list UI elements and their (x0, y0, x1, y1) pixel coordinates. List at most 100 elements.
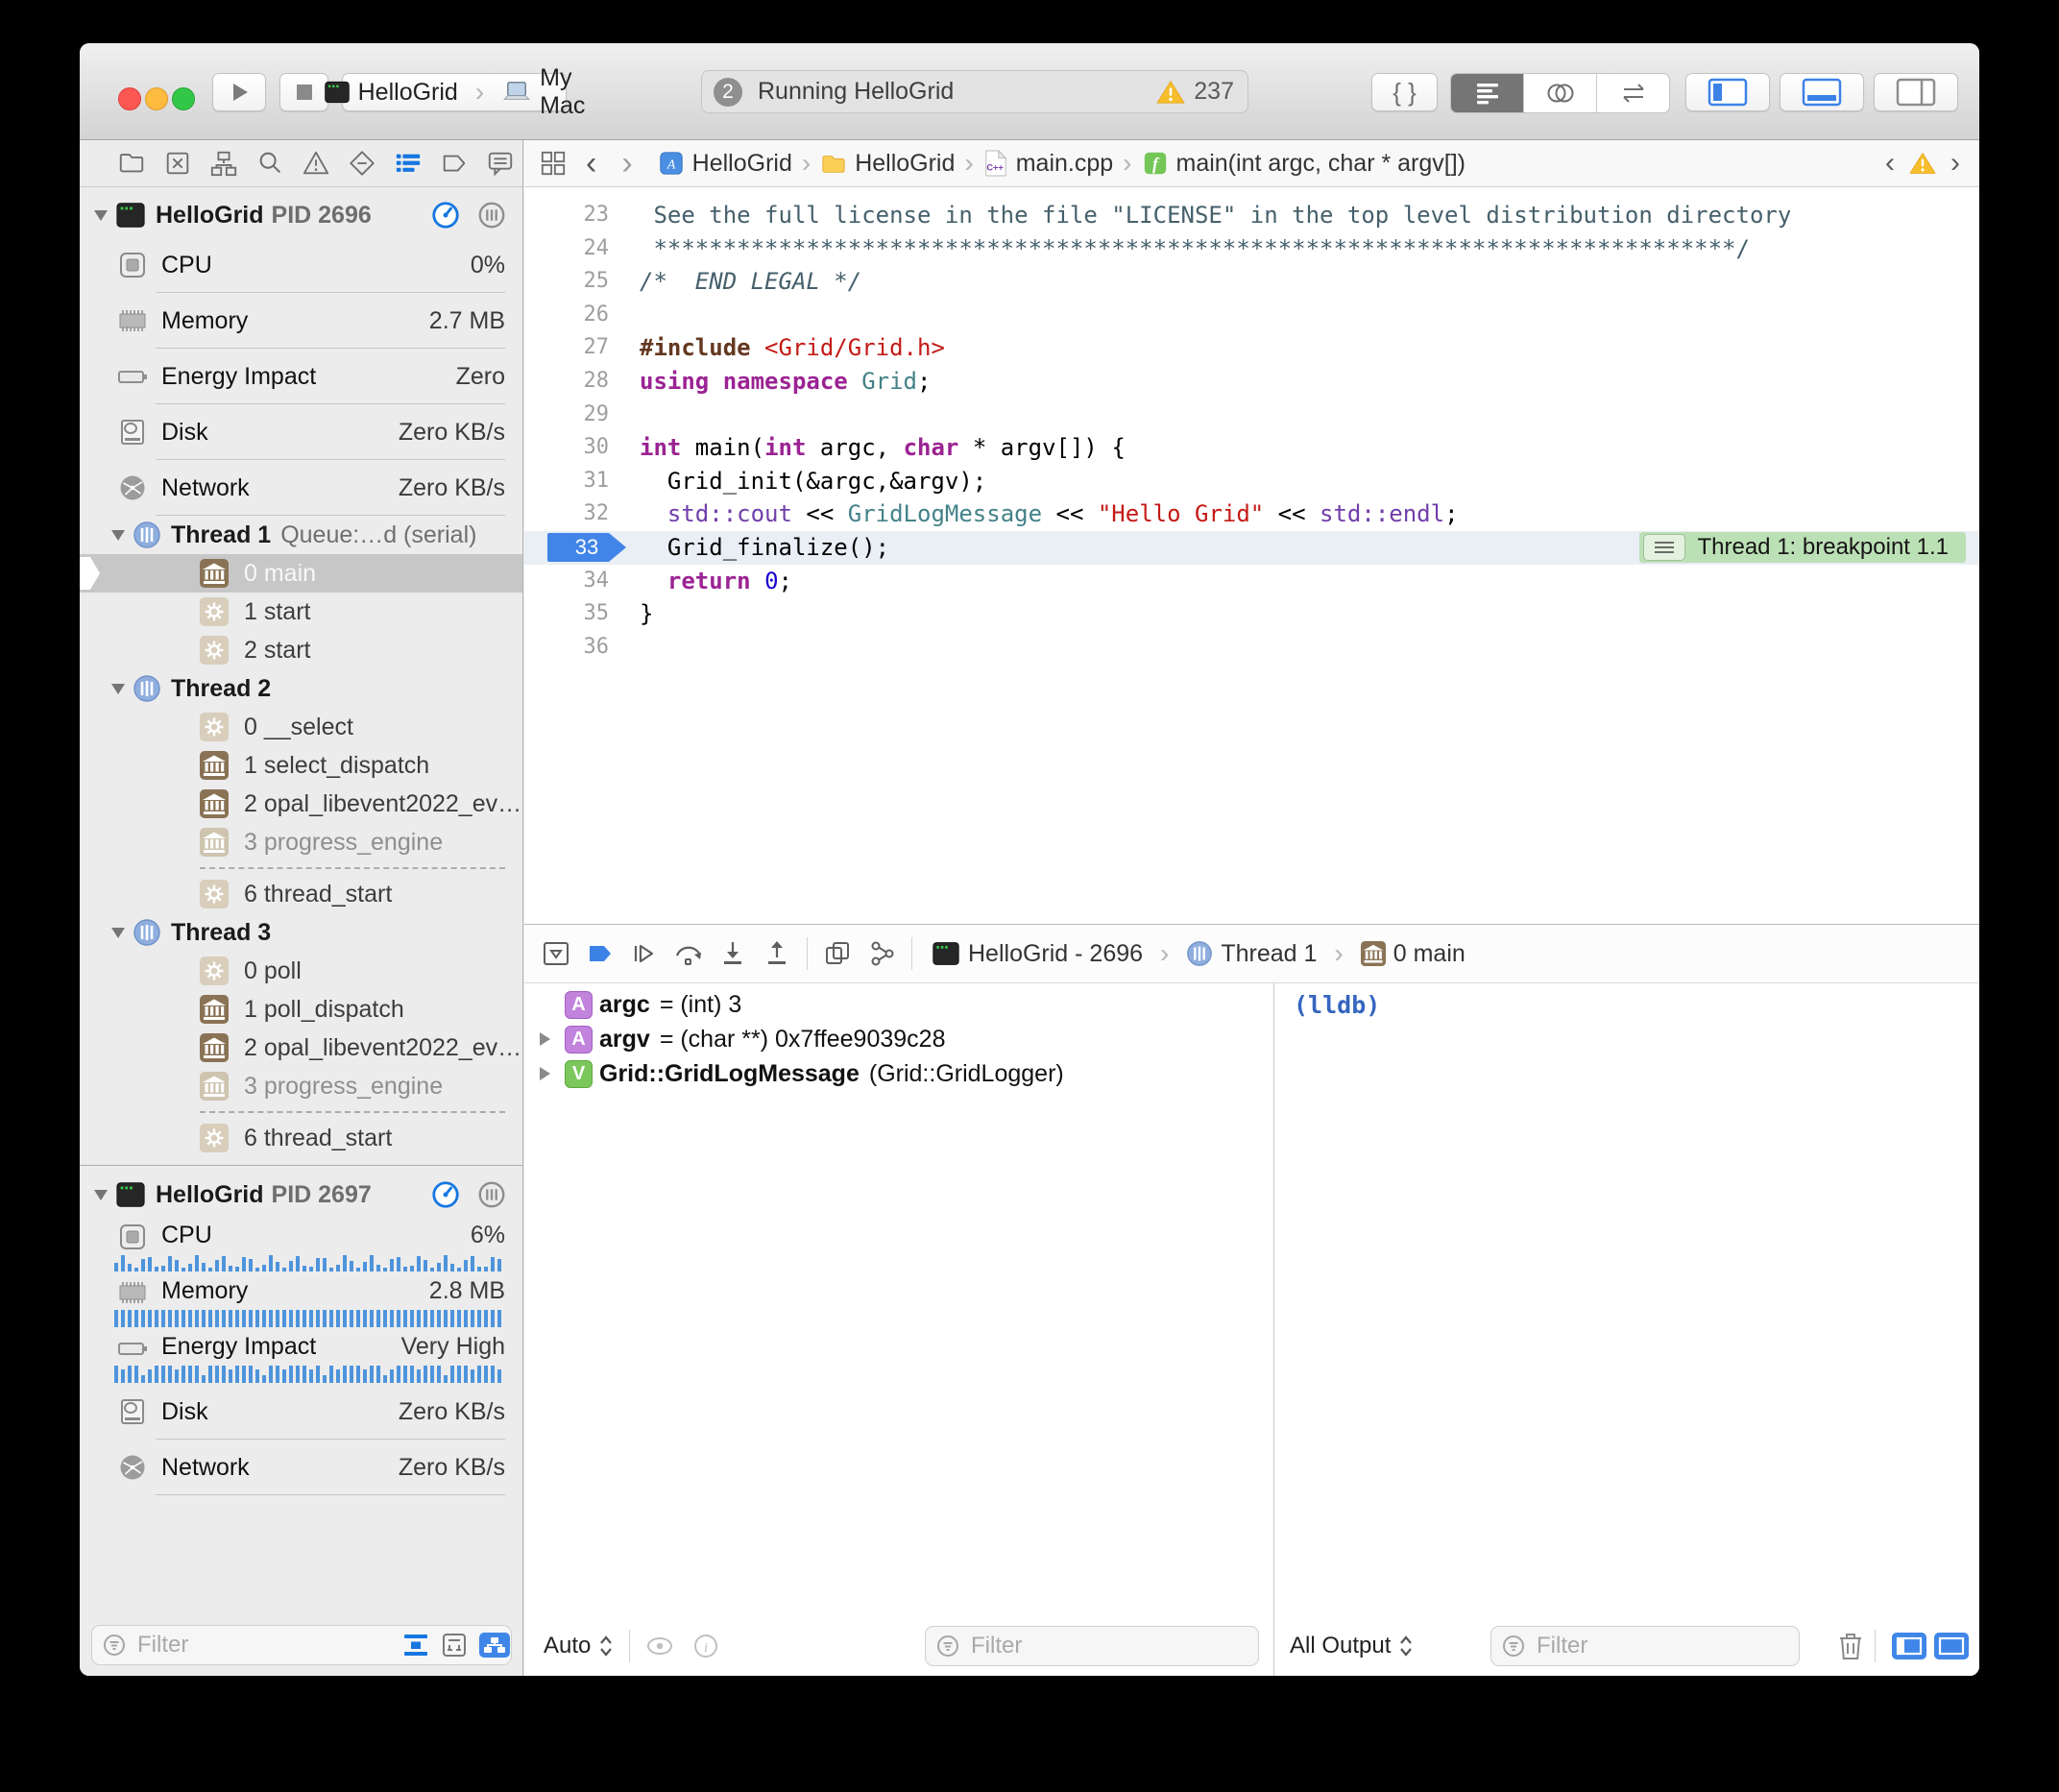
assistant-editor-button[interactable] (1524, 74, 1597, 112)
variable-row[interactable]: VGrid::GridLogMessage(Grid::GridLogger) (524, 1056, 1273, 1091)
stack-frame-row[interactable]: 0 poll (80, 952, 522, 990)
code-line-32[interactable]: 32 std::cout << GridLogMessage << "Hello… (524, 497, 1979, 531)
variables-filter-field[interactable] (925, 1626, 1259, 1666)
performance-gauge-icon[interactable] (430, 200, 461, 230)
line-number[interactable]: 24 (524, 232, 609, 266)
close-button[interactable] (118, 87, 141, 110)
breadcrumb-symbol[interactable]: f main(int argc, char * argv[]) (1142, 150, 1466, 178)
code-line-27[interactable]: 27#include <Grid/Grid.h> (524, 331, 1979, 365)
line-number[interactable]: 32 (524, 497, 609, 531)
code-line-28[interactable]: 28using namespace Grid; (524, 365, 1979, 399)
view-by-queue-toggle[interactable] (478, 1631, 511, 1659)
thread-view-icon[interactable] (476, 200, 507, 230)
code-line-33[interactable]: 33 Grid_finalize();Thread 1: breakpoint … (524, 531, 1979, 565)
line-number[interactable]: 27 (524, 331, 609, 365)
stack-frame-row[interactable]: 0 main (80, 554, 522, 593)
code-line-23[interactable]: 23 See the full license in the file "LIC… (524, 199, 1979, 232)
code-line-36[interactable]: 36 (524, 631, 1979, 665)
toggle-navigator-button[interactable] (1685, 73, 1770, 111)
debug-breadcrumb-thread[interactable]: Thread 1 (1221, 940, 1317, 968)
line-number[interactable]: 36 (524, 631, 609, 665)
gauge-row-memory[interactable]: Memory2.8 MB (80, 1272, 522, 1328)
performance-gauge-icon[interactable] (430, 1179, 461, 1210)
stack-frame-row[interactable]: 2 opal_libevent2022_ev… (80, 1029, 522, 1067)
report-navigator-tab[interactable] (485, 148, 516, 179)
toggle-console-view-button[interactable] (1933, 1632, 1970, 1660)
console-filter-input[interactable] (1535, 1632, 1789, 1660)
code-line-34[interactable]: 34 return 0; (524, 565, 1979, 598)
project-navigator-tab[interactable] (116, 148, 147, 179)
breakpoints-enabled-button[interactable] (578, 938, 622, 969)
thread-row[interactable]: Thread 1Queue:…d (serial) (80, 516, 522, 554)
version-editor-button[interactable] (1597, 74, 1669, 112)
test-navigator-tab[interactable] (347, 148, 377, 179)
line-number[interactable]: 35 (524, 597, 609, 631)
source-editor[interactable]: 23 See the full license in the file "LIC… (524, 187, 1979, 934)
annotation-menu-icon[interactable] (1643, 534, 1685, 561)
line-number[interactable]: 26 (524, 299, 609, 332)
activity-viewer[interactable]: 2 Running HelloGrid 237 (701, 70, 1248, 113)
disclosure-triangle-icon[interactable] (540, 1032, 550, 1046)
continue-button[interactable] (622, 938, 666, 969)
code-line-29[interactable]: 29 (524, 399, 1979, 432)
stop-button[interactable] (279, 73, 328, 111)
line-number[interactable]: 31 (524, 465, 609, 498)
related-items-icon[interactable] (540, 150, 567, 177)
console-view[interactable]: (lldb) All Output (1273, 983, 1979, 1676)
issues-summary[interactable]: 237 (1155, 78, 1248, 106)
line-number[interactable]: 29 (524, 399, 609, 432)
line-number[interactable]: 34 (524, 565, 609, 598)
stack-frame-row[interactable]: 2 start (80, 631, 522, 669)
disclosure-triangle-icon[interactable] (94, 1190, 108, 1200)
info-button[interactable]: i (691, 1632, 720, 1660)
disclosure-triangle-icon[interactable] (540, 1067, 550, 1080)
debug-view-hierarchy-button[interactable] (815, 938, 860, 969)
debug-breadcrumb-frame[interactable]: 0 main (1393, 940, 1466, 968)
debug-navigator-tab[interactable] (393, 148, 424, 179)
variables-scope-popup[interactable]: Auto (544, 1633, 616, 1659)
code-review-button[interactable]: { } (1371, 73, 1438, 111)
gauge-row-network[interactable]: NetworkZero KB/s (80, 460, 522, 516)
breadcrumb-file[interactable]: C++ main.cpp (983, 149, 1113, 178)
memory-graph-button[interactable] (860, 938, 904, 969)
step-over-button[interactable] (666, 938, 711, 969)
minimize-button[interactable] (145, 87, 168, 110)
hide-debug-area-button[interactable] (534, 938, 578, 969)
stack-frame-row[interactable]: 3 progress_engine (80, 823, 522, 861)
gauge-row-disk[interactable]: DiskZero KB/s (80, 1384, 522, 1440)
code-line-26[interactable]: 26 (524, 299, 1979, 332)
code-line-31[interactable]: 31 Grid_init(&argc,&argv); (524, 465, 1979, 498)
breakpoint-annotation[interactable]: Thread 1: breakpoint 1.1 (1639, 532, 1966, 563)
disclosure-triangle-icon[interactable] (111, 684, 125, 694)
gauge-row-cpu[interactable]: CPU0% (80, 237, 522, 293)
toggle-inspectors-button[interactable] (1874, 73, 1958, 111)
console-filter-field[interactable] (1490, 1626, 1800, 1666)
next-issue-button[interactable]: › (1950, 147, 1960, 180)
line-number[interactable]: 30 (524, 431, 609, 465)
stack-frame-row[interactable]: 2 opal_libevent2022_ev… (80, 785, 522, 823)
source-control-navigator-tab[interactable] (162, 148, 193, 179)
console-output-popup[interactable]: All Output (1290, 1633, 1416, 1659)
variable-row[interactable]: Aargc= (int) 3 (524, 987, 1273, 1022)
toggle-variables-view-button[interactable] (1891, 1632, 1927, 1660)
code-line-25[interactable]: 25/* END LEGAL */ (524, 265, 1979, 299)
variable-row[interactable]: Aargv= (char **) 0x7ffee9039c28 (524, 1022, 1273, 1056)
code-line-35[interactable]: 35} (524, 597, 1979, 631)
interesting-frames-toggle[interactable] (440, 1631, 469, 1659)
code-line-24[interactable]: 24 *************************************… (524, 232, 1979, 266)
zoom-button[interactable] (172, 87, 195, 110)
line-number[interactable]: 28 (524, 365, 609, 399)
scheme-selector[interactable]: HelloGrid › My Mac (342, 73, 567, 111)
standard-editor-button[interactable] (1451, 74, 1524, 112)
symbol-navigator-tab[interactable] (208, 148, 239, 179)
breakpoint-navigator-tab[interactable] (439, 148, 470, 179)
run-button[interactable] (212, 73, 266, 111)
gauge-row-energy[interactable]: Energy ImpactVery High (80, 1328, 522, 1384)
thread-row[interactable]: Thread 3 (80, 913, 522, 952)
flatten-stack-toggle[interactable] (401, 1631, 430, 1659)
step-into-button[interactable] (711, 938, 755, 969)
quick-look-button[interactable] (643, 1632, 676, 1660)
line-number[interactable]: 23 (524, 199, 609, 232)
breakpoint-marker[interactable]: 33 (547, 533, 626, 562)
find-navigator-tab[interactable] (254, 148, 285, 179)
